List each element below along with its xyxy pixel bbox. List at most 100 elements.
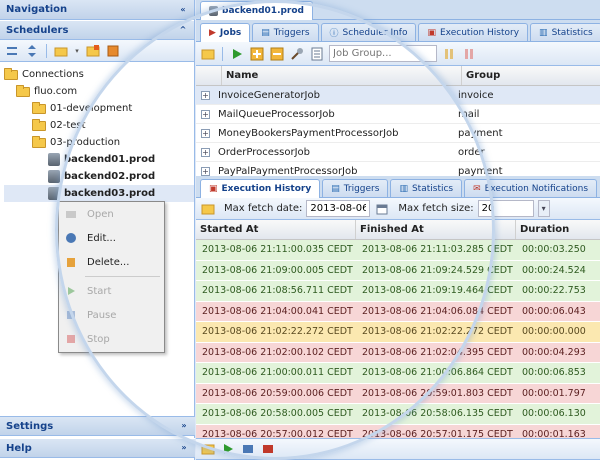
tree-node-development[interactable]: 01-development: [4, 100, 194, 117]
duration-column-header[interactable]: Duration: [516, 220, 600, 239]
table-row[interactable]: 2013-08-06 21:00:00.011 CEDT 2013-08-06 2…: [196, 363, 600, 384]
statistics-icon: ▥: [539, 27, 548, 38]
table-row[interactable]: 2013-08-06 20:58:00.005 CEDT 2013-08-06 2…: [196, 404, 600, 425]
expand-row-icon[interactable]: +: [201, 90, 210, 100]
chevron-down-icon[interactable]: ▾: [537, 200, 550, 217]
open-icon: [65, 208, 77, 220]
stop-icon[interactable]: [461, 46, 477, 62]
expand-icon[interactable]: »: [179, 443, 189, 453]
refresh-icon[interactable]: [200, 441, 216, 457]
max-fetch-size-input[interactable]: [477, 200, 534, 217]
tree-node-connections[interactable]: Connections: [4, 66, 194, 83]
table-row[interactable]: 2013-08-06 21:04:00.041 CEDT 2013-08-06 2…: [196, 301, 600, 322]
tools-icon[interactable]: [289, 46, 305, 62]
table-row[interactable]: + InvoiceGeneratorJob invoice: [196, 86, 600, 105]
table-row[interactable]: 2013-08-06 21:09:00.005 CEDT 2013-08-06 2…: [196, 260, 600, 281]
run-icon[interactable]: [220, 441, 236, 457]
menu-item-stop[interactable]: Stop: [59, 327, 164, 351]
duration-cell: 00:00:06.130: [522, 408, 586, 420]
tab-jobs[interactable]: ▶ Jobs: [200, 23, 251, 42]
finished-at-column-header[interactable]: Finished At: [356, 220, 516, 239]
name-column-header[interactable]: Name: [222, 66, 462, 85]
duration-cell: 00:00:22.753: [522, 285, 586, 297]
duration-cell: 00:00:24.524: [522, 264, 586, 276]
table-row[interactable]: 2013-08-06 21:08:56.711 CEDT 2013-08-06 2…: [196, 281, 600, 302]
finished-cell: 2013-08-06 20:59:01.803 CEDT: [362, 387, 513, 399]
refresh-icon[interactable]: [200, 46, 216, 62]
table-row[interactable]: + MailQueueProcessorJob mail: [196, 105, 600, 124]
tree-node-backend03[interactable]: backend03.prod: [4, 185, 194, 202]
tab-triggers[interactable]: ▤ Triggers: [252, 23, 319, 41]
tree-node-backend01[interactable]: backend01.prod: [4, 151, 194, 168]
add-server-icon[interactable]: [85, 43, 101, 59]
navigation-header[interactable]: Navigation «: [0, 0, 194, 20]
settings-header[interactable]: Settings »: [0, 416, 195, 436]
menu-item-start[interactable]: Start: [59, 279, 164, 303]
table-row[interactable]: 2013-08-06 21:02:00.102 CEDT 2013-08-06 2…: [196, 342, 600, 363]
max-fetch-date-label: Max fetch date:: [224, 203, 303, 214]
stop-icon[interactable]: [260, 441, 276, 457]
add-folder-icon[interactable]: [53, 43, 69, 59]
tab-bottom-triggers[interactable]: ▤ Triggers: [322, 179, 389, 197]
calendar-icon[interactable]: [374, 201, 390, 217]
expand-all-icon[interactable]: [4, 43, 20, 59]
expand-icon[interactable]: »: [179, 421, 189, 431]
finished-cell: 2013-08-06 21:04:06.084 CEDT: [362, 305, 513, 317]
menu-item-edit[interactable]: Edit...: [59, 226, 164, 250]
group-column-header[interactable]: Group: [462, 66, 600, 85]
started-cell: 2013-08-06 21:02:22.272 CEDT: [202, 326, 353, 338]
max-fetch-date-input[interactable]: [306, 200, 371, 217]
schedulers-header[interactable]: Schedulers ^: [0, 20, 194, 40]
menu-item-pause[interactable]: Pause: [59, 303, 164, 327]
history-toolbar: Max fetch date: Max fetch size: ▾: [196, 198, 600, 220]
expand-row-icon[interactable]: +: [201, 166, 210, 176]
add-job-icon[interactable]: [249, 46, 265, 62]
tab-server[interactable]: backend01.prod: [200, 1, 313, 20]
table-row[interactable]: + MoneyBookersPaymentProcessorJob payment: [196, 124, 600, 143]
job-group-input[interactable]: [329, 45, 437, 62]
expand-row-icon[interactable]: +: [201, 147, 210, 157]
server-icon: [48, 153, 60, 166]
collapse-icon[interactable]: «: [178, 5, 188, 15]
table-row[interactable]: + OrderProcessorJob order: [196, 143, 600, 162]
history-icon: ▣: [427, 27, 436, 38]
table-row[interactable]: 2013-08-06 21:11:00.035 CEDT 2013-08-06 2…: [196, 240, 600, 261]
triggers-icon: ▤: [331, 183, 340, 194]
refresh-icon[interactable]: [200, 201, 216, 217]
tab-statistics[interactable]: ▥ Statistics: [530, 23, 600, 41]
main-area: backend01.prod ▶ Jobs ▤ Triggers ⓘ Schedule…: [196, 0, 600, 460]
dropdown-icon[interactable]: ▾: [73, 43, 81, 59]
expand-row-icon[interactable]: +: [201, 128, 210, 138]
remove-job-icon[interactable]: [269, 46, 285, 62]
help-header[interactable]: Help »: [0, 438, 195, 458]
started-at-column-header[interactable]: Started At: [196, 220, 356, 239]
server-icon: [48, 170, 60, 183]
tab-execution-history[interactable]: ▣ Execution History: [418, 23, 529, 41]
finished-cell: 2013-08-06 21:11:03.285 CEDT: [362, 244, 513, 256]
run-icon[interactable]: [229, 46, 245, 62]
table-row[interactable]: 2013-08-06 21:02:22.272 CEDT 2013-08-06 2…: [196, 322, 600, 343]
started-cell: 2013-08-06 21:09:00.005 CEDT: [202, 264, 353, 276]
tree-node-production[interactable]: 03-production: [4, 134, 194, 151]
expand-row-icon[interactable]: +: [201, 109, 210, 119]
pause-icon[interactable]: [441, 46, 457, 62]
start-icon: [65, 285, 77, 297]
tab-bottom-execution-history[interactable]: ▣ Execution History: [200, 179, 321, 198]
refresh-icon[interactable]: [105, 43, 121, 59]
tree-node-backend02[interactable]: backend02.prod: [4, 168, 194, 185]
tree-node-test[interactable]: 02-test: [4, 117, 194, 134]
document-icon[interactable]: [309, 46, 325, 62]
collapse-icon[interactable]: ^: [178, 25, 188, 35]
menu-item-delete[interactable]: Delete...: [59, 250, 164, 274]
tab-bottom-statistics[interactable]: ▥ Statistics: [390, 179, 463, 197]
jobs-grid-body: + InvoiceGeneratorJob invoice + MailQueuePr…: [196, 86, 600, 181]
collapse-all-icon[interactable]: [24, 43, 40, 59]
toolbar-separator: [222, 46, 223, 61]
started-cell: 2013-08-06 21:04:00.041 CEDT: [202, 305, 353, 317]
tree-node-domain[interactable]: fluo.com: [4, 83, 194, 100]
pause-icon[interactable]: [240, 441, 256, 457]
tab-bottom-notifications[interactable]: ✉ Execution Notifications: [464, 179, 598, 197]
table-row[interactable]: 2013-08-06 20:59:00.006 CEDT 2013-08-06 2…: [196, 383, 600, 404]
menu-item-open[interactable]: Open: [59, 202, 164, 226]
tab-scheduler-info[interactable]: ⓘ Scheduler Info: [320, 23, 417, 41]
